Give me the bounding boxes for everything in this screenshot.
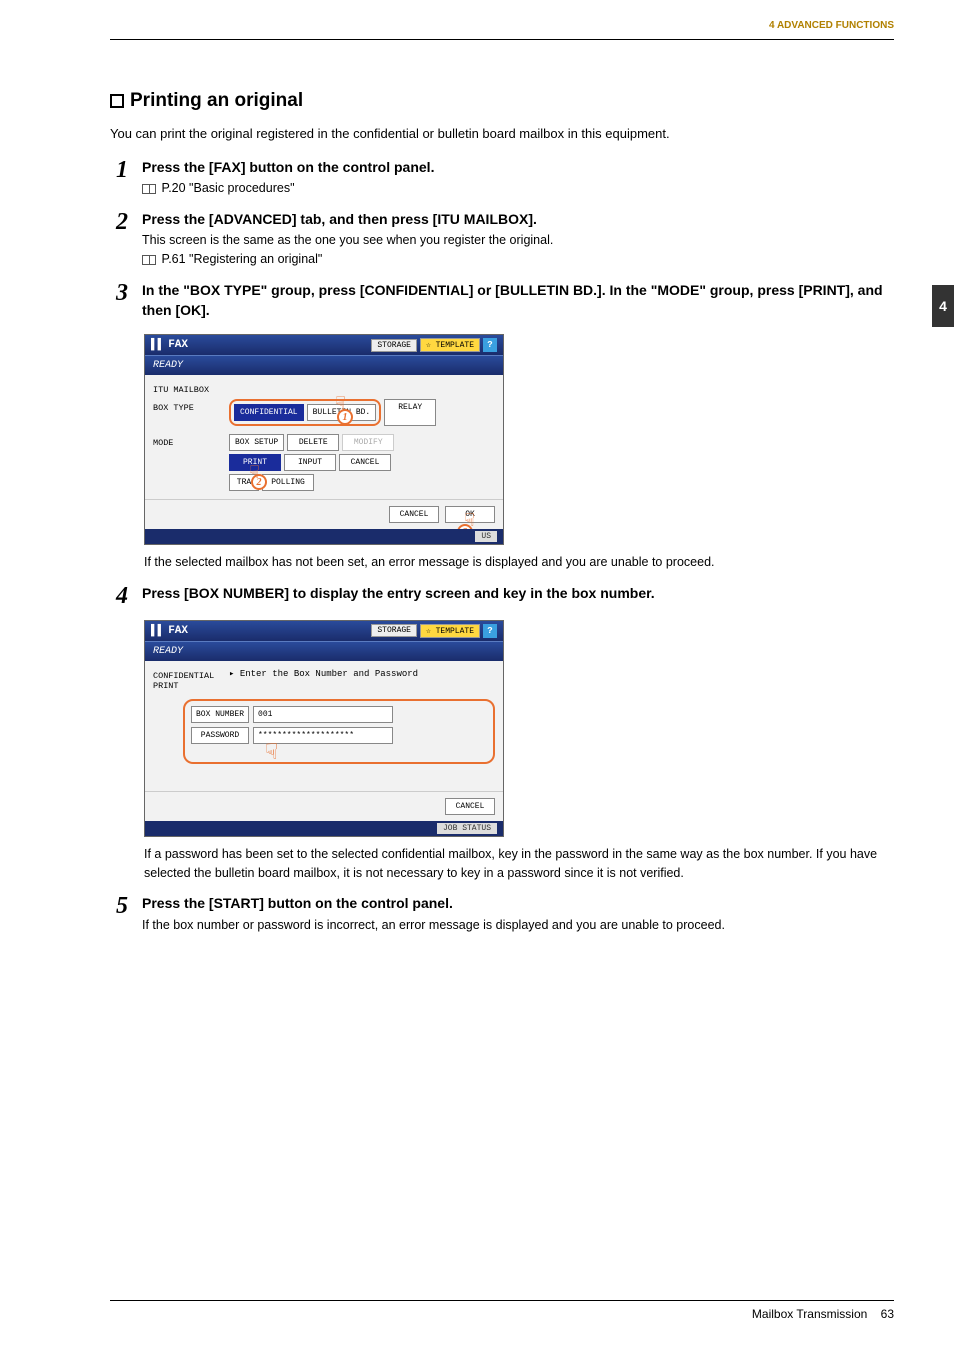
step-ref: P.20 "Basic procedures" bbox=[142, 179, 894, 198]
footer-section: Mailbox Transmission bbox=[752, 1307, 867, 1321]
step-ref: P.61 "Registering an original" bbox=[142, 250, 894, 269]
status-chip: US bbox=[475, 531, 497, 542]
screen-titlebar: ▌▌ FAX STORAGE ☆ TEMPLATE ? bbox=[145, 335, 503, 355]
screen-titlebar: ▌▌ FAX STORAGE ☆ TEMPLATE ? bbox=[145, 621, 503, 641]
step-ref-text: P.61 "Registering an original" bbox=[161, 252, 322, 266]
box-number-button[interactable]: BOX NUMBER bbox=[191, 706, 249, 723]
boxtype-label: BOX TYPE bbox=[153, 399, 223, 413]
step-number: 4 bbox=[110, 584, 128, 608]
step-number: 3 bbox=[110, 281, 128, 322]
fax-label: FAX bbox=[168, 625, 188, 637]
input-highlight-group: BOX NUMBER 001 PASSWORD ****************… bbox=[183, 699, 495, 764]
fax-screen-boxnumber: ▌▌ FAX STORAGE ☆ TEMPLATE ? READY CONFID… bbox=[144, 620, 504, 837]
confidential-print-label: CONFIDENTIAL PRINT bbox=[153, 667, 223, 691]
square-bullet-icon bbox=[110, 94, 124, 108]
step-1: 1 Press the [FAX] button on the control … bbox=[110, 158, 894, 198]
step-title: Press the [ADVANCED] tab, and then press… bbox=[142, 210, 894, 230]
boxtype-highlight: CONFIDENTIAL BULLETIN BD. bbox=[229, 399, 381, 426]
delete-button[interactable]: DELETE bbox=[287, 434, 339, 451]
relay-button[interactable]: RELAY bbox=[384, 399, 436, 426]
step3-note: If the selected mailbox has not been set… bbox=[144, 553, 894, 572]
screen-statusbar: US bbox=[145, 529, 503, 544]
help-button[interactable]: ? bbox=[483, 624, 497, 638]
step-4: 4 Press [BOX NUMBER] to display the entr… bbox=[110, 584, 894, 608]
hand-icon: ☟ bbox=[335, 393, 346, 415]
step-number: 2 bbox=[110, 210, 128, 269]
section-intro: You can print the original registered in… bbox=[110, 124, 894, 144]
storage-button[interactable]: STORAGE bbox=[371, 624, 417, 637]
polling-button[interactable]: POLLING bbox=[262, 474, 314, 491]
section-title: Printing an original bbox=[110, 90, 894, 112]
box-setup-button[interactable]: BOX SETUP bbox=[229, 434, 284, 451]
modify-button[interactable]: MODIFY bbox=[342, 434, 394, 451]
step-2: 2 Press the [ADVANCED] tab, and then pre… bbox=[110, 210, 894, 269]
job-status-chip[interactable]: JOB STATUS bbox=[437, 823, 497, 834]
password-button[interactable]: PASSWORD bbox=[191, 727, 249, 744]
input-button[interactable]: INPUT bbox=[284, 454, 336, 471]
hand-icon: ☟ bbox=[265, 740, 278, 766]
cancel-mode-button[interactable]: CANCEL bbox=[339, 454, 391, 471]
section-title-text: Printing an original bbox=[130, 90, 303, 112]
header-breadcrumb: 4 ADVANCED FUNCTIONS bbox=[110, 20, 894, 40]
mode-label: MODE bbox=[153, 434, 223, 448]
template-button[interactable]: ☆ TEMPLATE bbox=[420, 338, 480, 352]
template-button[interactable]: ☆ TEMPLATE bbox=[420, 624, 480, 638]
step4-note: If a password has been set to the select… bbox=[144, 845, 894, 883]
prompt-text: ▸ Enter the Box Number and Password bbox=[229, 667, 418, 679]
step-title: Press the [FAX] button on the control pa… bbox=[142, 158, 894, 178]
step-subtext: This screen is the same as the one you s… bbox=[142, 231, 894, 250]
fax-icon: ▌▌ bbox=[151, 339, 164, 351]
page-footer: Mailbox Transmission 63 bbox=[110, 1300, 894, 1321]
screen-footer: CANCEL bbox=[145, 791, 503, 821]
help-button[interactable]: ? bbox=[483, 338, 497, 352]
step-number: 5 bbox=[110, 894, 128, 934]
ready-bar: READY bbox=[145, 641, 503, 661]
ready-bar: READY bbox=[145, 355, 503, 375]
step-5: 5 Press the [START] button on the contro… bbox=[110, 894, 894, 934]
step-subtext: If the box number or password is incorre… bbox=[142, 916, 894, 935]
confidential-button[interactable]: CONFIDENTIAL bbox=[234, 404, 304, 421]
storage-button[interactable]: STORAGE bbox=[371, 339, 417, 352]
fax-screen-boxtype: ▌▌ FAX STORAGE ☆ TEMPLATE ? READY ITU MA… bbox=[144, 334, 504, 545]
step-title: In the "BOX TYPE" group, press [CONFIDEN… bbox=[142, 281, 894, 320]
step-ref-text: P.20 "Basic procedures" bbox=[161, 181, 294, 195]
hand-icon: ☟ bbox=[249, 462, 260, 484]
step-title: Press [BOX NUMBER] to display the entry … bbox=[142, 584, 894, 604]
cancel-button[interactable]: CANCEL bbox=[389, 506, 439, 523]
step-number: 1 bbox=[110, 158, 128, 198]
step-title: Press the [START] button on the control … bbox=[142, 894, 894, 914]
itu-mailbox-label: ITU MAILBOX bbox=[153, 381, 223, 395]
screen-footer: CANCEL OK 3 ☟ bbox=[145, 499, 503, 529]
fax-icon: ▌▌ bbox=[151, 625, 164, 637]
book-icon bbox=[142, 255, 156, 265]
footer-page: 63 bbox=[881, 1307, 894, 1321]
fax-label: FAX bbox=[168, 339, 188, 351]
screen-statusbar: JOB STATUS bbox=[145, 821, 503, 836]
cancel-button[interactable]: CANCEL bbox=[445, 798, 495, 815]
chapter-tab: 4 bbox=[932, 285, 954, 327]
step-3: 3 In the "BOX TYPE" group, press [CONFID… bbox=[110, 281, 894, 322]
box-number-field[interactable]: 001 bbox=[253, 706, 393, 723]
book-icon bbox=[142, 184, 156, 194]
